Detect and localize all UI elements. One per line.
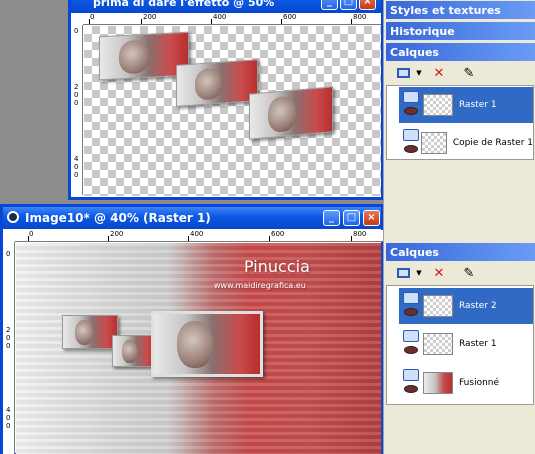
visibility-eye-icon[interactable] [404, 308, 418, 316]
top-window-title: prima di dare l'effetto @ 50% [93, 0, 275, 9]
visibility-eye-icon[interactable] [404, 107, 418, 115]
layer-group-icon [403, 369, 419, 381]
image-tile [249, 86, 333, 140]
ruler-label: 0 [74, 27, 79, 35]
app-window-icon [7, 211, 19, 223]
bottom-image-window[interactable]: Image10* @ 40% (Raster 1) _ □ × 0 200 40… [0, 204, 387, 454]
layer-row[interactable]: Fusionné [399, 365, 533, 401]
bottom-window-title: Image10* @ 40% (Raster 1) [25, 211, 211, 225]
delete-layer-icon[interactable]: ✕ [430, 264, 448, 282]
history-header[interactable]: Historique [386, 22, 535, 40]
dropdown-icon[interactable]: ▼ [410, 64, 428, 82]
visibility-eye-icon[interactable] [404, 346, 418, 354]
minimize-button[interactable]: _ [321, 0, 338, 10]
ruler-label: 4 0 0 [6, 406, 11, 430]
layer-thumbnail [420, 132, 447, 154]
layer-row[interactable]: Raster 1 [399, 87, 533, 123]
vertical-ruler: 0 2 0 0 4 0 0 [71, 25, 83, 195]
layer-name: Raster 1 [459, 339, 497, 349]
vertical-ruler: 0 2 0 0 4 0 0 [3, 242, 15, 454]
layer-thumbnail [423, 372, 453, 394]
layer-group-icon [403, 330, 419, 342]
ruler-label: 0 [29, 230, 34, 238]
watermark-url: www.maidiregrafica.eu [214, 281, 306, 290]
ruler-label: 0 [90, 13, 95, 21]
layer-name: Raster 1 [459, 100, 497, 110]
layer-row[interactable]: Copie de Raster 1 [399, 125, 533, 161]
layer-name: Fusionné [459, 378, 500, 388]
minimize-button[interactable]: _ [323, 210, 340, 226]
close-button[interactable]: × [363, 210, 380, 226]
ruler-label: 600 [271, 230, 285, 238]
layer-name: Copie de Raster 1 [452, 138, 533, 148]
ruler-label: 0 [6, 250, 11, 258]
layers-header[interactable]: Calques [386, 243, 535, 261]
ruler-label: 400 [213, 13, 227, 21]
ruler-label: 800 [353, 13, 367, 21]
edit-layer-icon[interactable]: ✎ [460, 64, 478, 82]
layers-toolbar: ▼ ✕ ✎ [386, 61, 535, 85]
layer-thumbnail [423, 295, 453, 317]
ruler-label: 4 0 0 [74, 155, 79, 179]
layers-toolbar: ▼ ✕ ✎ [386, 261, 535, 285]
maximize-button[interactable]: □ [340, 0, 357, 10]
visibility-eye-icon[interactable] [404, 145, 418, 153]
ruler-label: 200 [110, 230, 124, 238]
layers-list: Raster 2 Raster 1 Fusionné [386, 285, 534, 405]
visibility-eye-icon[interactable] [404, 385, 418, 393]
close-button[interactable]: × [359, 0, 376, 10]
transparent-canvas[interactable] [84, 26, 381, 196]
ruler-label: 200 [143, 13, 157, 21]
ruler-label: 600 [283, 13, 297, 21]
delete-layer-icon[interactable]: ✕ [430, 64, 448, 82]
image-tile [112, 335, 156, 367]
layer-name: Raster 2 [459, 301, 497, 311]
ruler-label: 2 0 0 [6, 326, 11, 350]
ruler-label: 400 [190, 230, 204, 238]
layer-group-icon [403, 91, 419, 103]
image-canvas[interactable]: Pinuccia www.maidiregrafica.eu [16, 243, 381, 454]
edit-layer-icon[interactable]: ✎ [460, 264, 478, 282]
dropdown-icon[interactable]: ▼ [410, 264, 428, 282]
layers-header[interactable]: Calques [386, 43, 535, 61]
top-image-window[interactable]: prima di dare l'effetto @ 50% _ □ × 0 20… [68, 0, 384, 200]
layers-list: Raster 1 Copie de Raster 1 [386, 85, 534, 160]
horizontal-ruler: 0 200 400 600 800 [15, 230, 387, 242]
layer-group-icon [403, 129, 419, 141]
layer-row[interactable]: Raster 1 [399, 326, 533, 362]
image-tile [62, 315, 118, 349]
layer-thumbnail [423, 94, 453, 116]
ruler-label: 2 0 0 [74, 83, 79, 107]
watermark-name: Pinuccia [244, 257, 310, 276]
styles-textures-header[interactable]: Styles et textures [386, 1, 535, 19]
ruler-label: 800 [353, 230, 367, 238]
maximize-button[interactable]: □ [343, 210, 360, 226]
layer-group-icon [403, 292, 419, 304]
layer-thumbnail [423, 333, 453, 355]
horizontal-ruler: 0 200 400 600 800 [83, 13, 381, 25]
image-tile [151, 311, 263, 377]
right-palette: Styles et textures Historique Calques ▼ … [383, 0, 535, 454]
layer-row[interactable]: Raster 2 [399, 288, 533, 324]
image-tile [176, 59, 258, 107]
